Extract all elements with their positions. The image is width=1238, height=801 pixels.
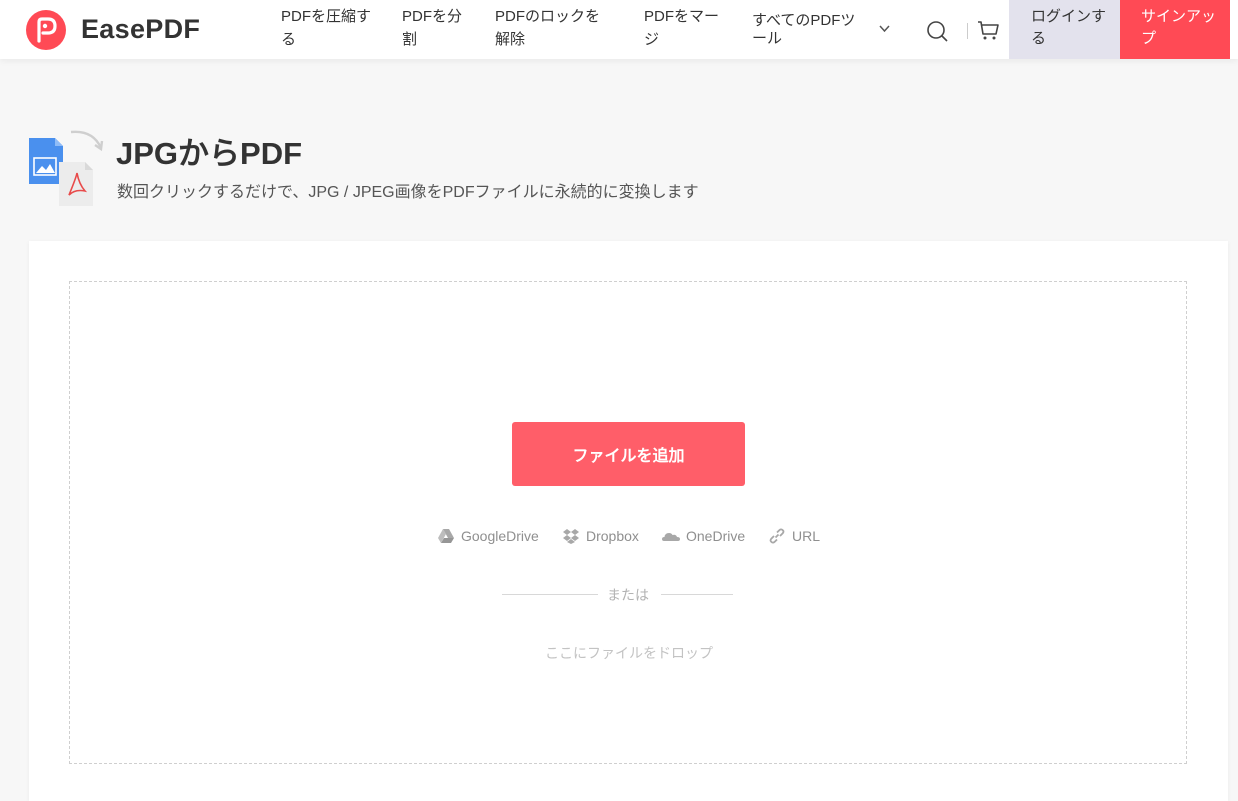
cart-icon[interactable]	[976, 19, 1000, 41]
source-dropbox[interactable]: Dropbox	[562, 526, 639, 546]
source-url[interactable]: URL	[768, 526, 820, 546]
login-button[interactable]: ログインする	[1009, 0, 1120, 59]
or-divider-right	[661, 594, 733, 595]
link-icon	[769, 528, 785, 544]
add-file-button[interactable]: ファイルを追加	[512, 422, 745, 486]
source-label: Dropbox	[586, 528, 639, 544]
google-drive-icon	[438, 529, 454, 543]
nav-merge-pdf[interactable]: PDFをマージ	[644, 5, 726, 51]
nav-split-pdf[interactable]: PDFを分割	[402, 5, 470, 51]
file-dropzone[interactable]: ファイルを追加 GoogleDrive Dropbox OneDrive URL…	[69, 281, 1187, 764]
source-onedrive[interactable]: OneDrive	[662, 526, 745, 546]
source-google-drive[interactable]: GoogleDrive	[437, 526, 539, 546]
top-navbar: EasePDF PDFを圧縮する PDFを分割 PDFのロックを解除 PDFをマ…	[0, 0, 1238, 59]
drop-files-hint: ここにファイルをドロップ	[545, 645, 713, 661]
pdf-file-icon	[59, 162, 93, 206]
upload-card: ファイルを追加 GoogleDrive Dropbox OneDrive URL…	[29, 241, 1228, 801]
source-label: GoogleDrive	[461, 528, 539, 544]
nav-unlock-pdf[interactable]: PDFのロックを解除	[495, 5, 613, 51]
header-divider	[967, 23, 968, 39]
jpg-to-pdf-icon	[29, 130, 104, 206]
page-title: JPGからPDF	[116, 136, 303, 171]
nav-compress-pdf[interactable]: PDFを圧縮する	[281, 5, 379, 51]
brand-name[interactable]: EasePDF	[81, 14, 200, 45]
onedrive-icon	[662, 533, 680, 541]
or-divider-left	[502, 594, 598, 595]
page-subtitle: 数回クリックするだけで、JPG / JPEG画像をPDFファイルに永続的に変換し…	[117, 184, 699, 201]
source-label: OneDrive	[686, 528, 746, 544]
chevron-down-icon[interactable]	[878, 22, 891, 35]
source-label: URL	[792, 528, 821, 544]
dropbox-icon	[563, 529, 579, 544]
nav-all-pdf-tools[interactable]: すべてのPDFツール	[752, 12, 864, 48]
jpg-file-icon	[29, 138, 63, 184]
search-icon[interactable]	[925, 19, 949, 43]
logo-icon[interactable]	[26, 10, 66, 50]
or-label: または	[607, 587, 649, 603]
signup-button[interactable]: サインアップ	[1120, 0, 1230, 59]
